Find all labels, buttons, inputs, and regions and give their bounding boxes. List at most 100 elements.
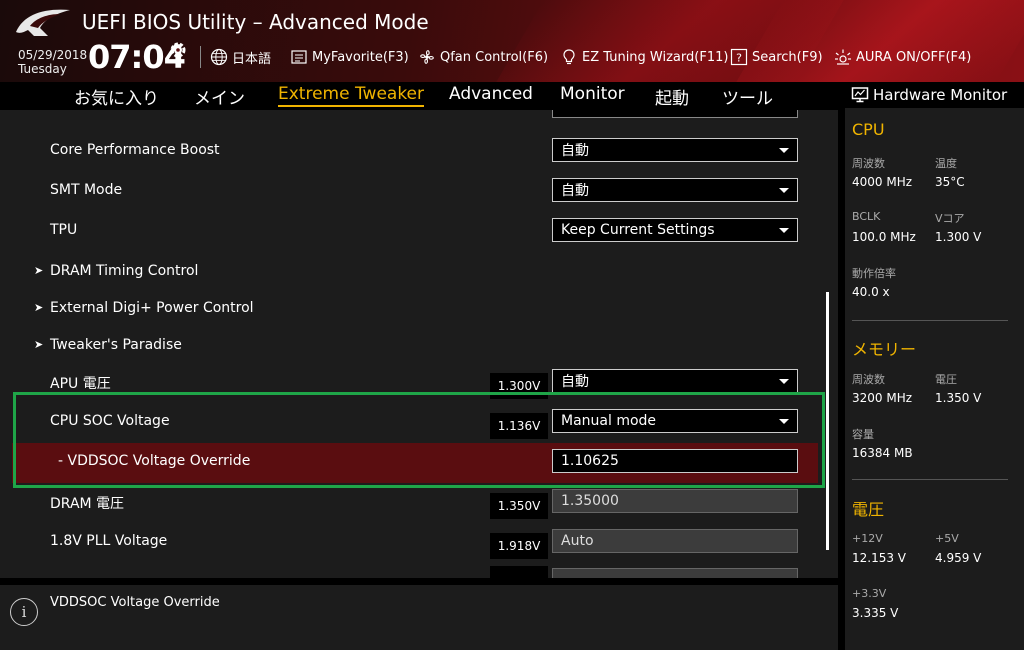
memory-heading: メモリー: [852, 340, 917, 359]
cpu-freq-value: 4000 MHz: [852, 175, 913, 189]
setting-label: DRAM 電圧: [50, 496, 125, 512]
mem-volt-value: 1.350 V: [935, 391, 982, 405]
tab-favorites[interactable]: お気に入り: [74, 84, 159, 109]
globe-icon: [210, 48, 228, 66]
lightbulb-icon: [563, 49, 575, 65]
cpu-soc-voltage-dropdown[interactable]: Manual mode: [552, 409, 798, 433]
qfan-control-button[interactable]: Qfan Control(F6): [418, 46, 548, 68]
submenu-tweakers-paradise[interactable]: ➤ Tweaker's Paradise: [0, 327, 818, 367]
smt-mode-dropdown[interactable]: 自動: [552, 178, 798, 202]
header-divider: [200, 46, 201, 68]
main-menu-tabs: お気に入り メイン Extreme Tweaker Advanced Monit…: [0, 82, 838, 110]
dropdown-value: 自動: [561, 183, 589, 199]
rog-logo-icon: [16, 9, 70, 36]
arrow-right-icon: ➤: [34, 338, 44, 351]
caret-down-icon: [779, 187, 789, 193]
hardware-monitor-panel: Hardware Monitor CPU 周波数 温度 4000 MHz 35°…: [845, 82, 1024, 650]
dropdown-value: 自動: [561, 374, 589, 390]
scrollbar[interactable]: [826, 292, 829, 550]
pll-voltage-input[interactable]: Auto: [552, 529, 798, 553]
v12-value: 12.153 V: [852, 551, 907, 565]
app-title: UEFI BIOS Utility – Advanced Mode: [82, 10, 429, 34]
v5-label: +5V: [935, 532, 959, 545]
cpu-temp-value: 35°C: [935, 175, 965, 189]
submenu-external-digi-power-control[interactable]: ➤ External Digi+ Power Control: [0, 290, 818, 330]
aura-label: AURA ON/OFF(F4): [856, 49, 972, 65]
v33-value: 3.335 V: [852, 606, 899, 620]
setting-label: TPU: [50, 222, 78, 238]
setting-label: Core Performance Boost: [50, 142, 220, 158]
setting-label: CPU SOC Voltage: [50, 413, 170, 429]
tab-tool[interactable]: ツール: [722, 84, 773, 109]
vddsoc-voltage-input[interactable]: 1.10625: [552, 449, 798, 473]
tab-extreme-tweaker[interactable]: Extreme Tweaker: [278, 84, 425, 107]
myfavorite-label: MyFavorite(F3): [312, 49, 409, 65]
ez-tuning-wizard-button[interactable]: EZ Tuning Wizard(F11): [560, 46, 728, 68]
tab-advanced[interactable]: Advanced: [449, 84, 533, 104]
input-value: 1.35000: [561, 493, 619, 509]
caret-down-icon: [779, 378, 789, 384]
cpu-freq-label: 周波数: [852, 157, 885, 170]
section-divider: [852, 479, 1008, 480]
setting-label: 1.8V PLL Voltage: [50, 533, 168, 549]
ez-tuning-wizard-label: EZ Tuning Wizard(F11): [582, 49, 729, 65]
setting-row-vddsoc-voltage-override: - VDDSOC Voltage Override 1.10625: [12, 443, 818, 483]
caret-down-icon: [779, 147, 789, 153]
setting-row-core-performance-boost: Core Performance Boost 自動: [0, 132, 818, 172]
day-text: Tuesday: [18, 62, 67, 76]
title-bar: UEFI BIOS Utility – Advanced Mode 05/29/…: [0, 0, 1024, 82]
aura-toggle-button[interactable]: AURA ON/OFF(F4): [834, 46, 971, 68]
submenu-dram-timing-control[interactable]: ➤ DRAM Timing Control: [0, 253, 818, 293]
question-icon: ?: [730, 48, 748, 66]
date-text: 05/29/2018: [18, 48, 88, 62]
setting-row-cpu-soc-voltage: CPU SOC Voltage 1.136V Manual mode: [0, 403, 818, 443]
bclk-label: BCLK: [852, 210, 881, 223]
mem-cap-label: 容量: [852, 428, 874, 441]
setting-label: APU 電圧: [50, 376, 111, 392]
voltage-readout: 1.350V: [490, 493, 548, 519]
qfan-control-label: Qfan Control(F6): [440, 49, 549, 65]
apu-voltage-dropdown[interactable]: 自動: [552, 369, 798, 393]
voltage-heading: 電圧: [852, 500, 885, 519]
search-label: Search(F9): [752, 49, 823, 65]
v33-label: +3.3V: [852, 587, 887, 600]
voltage-readout: 1.300V: [490, 373, 548, 399]
tab-monitor[interactable]: Monitor: [560, 84, 625, 104]
ratio-label: 動作倍率: [852, 267, 896, 280]
setting-row-dram-voltage: DRAM 電圧 1.350V 1.35000: [0, 483, 818, 523]
dropdown-value: Keep Current Settings: [561, 222, 715, 238]
dropdown-value: Manual mode: [561, 413, 657, 429]
setting-label: - VDDSOC Voltage Override: [58, 453, 251, 469]
input-value: Auto: [561, 533, 594, 549]
date-display: 05/29/2018 Tuesday: [18, 48, 87, 76]
settings-panel: Core Performance Boost 自動 SMT Mode 自動 TP…: [0, 110, 838, 578]
help-panel: i VDDSOC Voltage Override: [0, 585, 838, 650]
dram-voltage-input[interactable]: 1.35000: [552, 489, 798, 513]
setting-label: SMT Mode: [50, 182, 123, 198]
tpu-dropdown[interactable]: Keep Current Settings: [552, 218, 798, 242]
arrow-right-icon: ➤: [34, 264, 44, 277]
caret-down-icon: [779, 227, 789, 233]
arrow-right-icon: ➤: [34, 301, 44, 314]
hardware-monitor-title: Hardware Monitor: [873, 86, 1008, 104]
setting-row-tpu: TPU Keep Current Settings: [0, 212, 818, 252]
language-button[interactable]: 日本語: [210, 46, 271, 68]
myfavorite-button[interactable]: MyFavorite(F3): [290, 46, 409, 68]
info-icon: i: [10, 598, 38, 626]
submenu-label: External Digi+ Power Control: [50, 300, 254, 316]
v5-value: 4.959 V: [935, 551, 982, 565]
v12-label: +12V: [852, 532, 883, 545]
input-value: 1.10625: [561, 453, 619, 469]
gear-icon[interactable]: [168, 40, 188, 60]
monitor-icon: [851, 87, 869, 103]
core-performance-boost-dropdown[interactable]: 自動: [552, 138, 798, 162]
voltage-readout-partial: [490, 566, 548, 578]
mem-freq-value: 3200 MHz: [852, 391, 913, 405]
search-button[interactable]: ? Search(F9): [730, 46, 823, 68]
caret-down-icon: [779, 418, 789, 424]
vcore-label: Vコア: [935, 212, 965, 225]
tab-boot[interactable]: 起動: [655, 84, 689, 109]
tab-main[interactable]: メイン: [194, 84, 245, 109]
hardware-monitor-header: Hardware Monitor: [845, 82, 1024, 108]
language-label: 日本語: [232, 51, 272, 67]
